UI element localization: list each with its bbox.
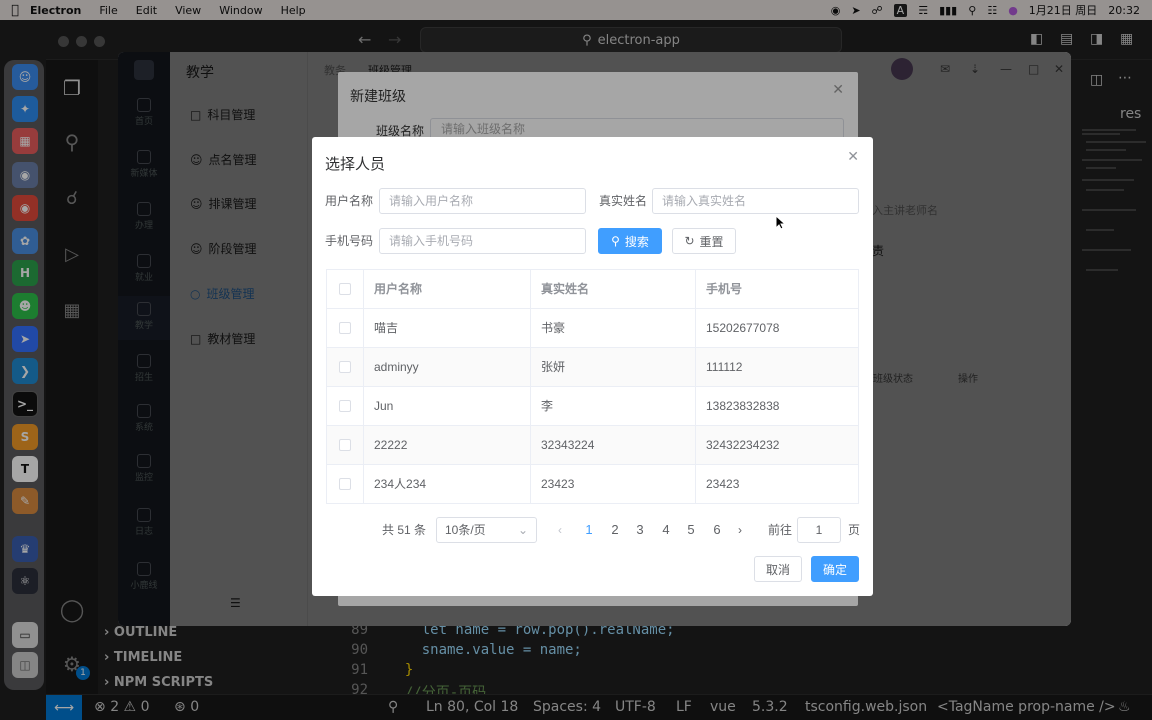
page-4[interactable]: 4: [656, 517, 676, 543]
table-row[interactable]: adminyy 张妍 111112: [327, 348, 858, 387]
cell-realname: 32343224: [531, 426, 696, 465]
select-all-cell: [327, 270, 364, 309]
row-checkbox[interactable]: [339, 439, 351, 451]
page-unit: 页: [848, 523, 861, 537]
cell-realname: 张妍: [531, 348, 696, 387]
page-size-select[interactable]: 10条/页 ⌄: [436, 517, 537, 543]
row-select-cell: [327, 348, 364, 387]
reset-button-label: 重置: [699, 234, 724, 249]
cell-username: 234人234: [364, 465, 531, 504]
dialog-close-icon[interactable]: ✕: [847, 148, 859, 165]
phone-input[interactable]: 请输入手机号码: [379, 228, 586, 254]
page-5[interactable]: 5: [681, 517, 701, 543]
search-icon: ⚲: [611, 234, 620, 248]
pagination: 共 51 条 10条/页 ⌄ ‹ 1 2 3 4 5 6 › 前往 1 页: [312, 517, 873, 543]
reset-button[interactable]: ↻ 重置: [672, 228, 736, 254]
row-select-cell: [327, 387, 364, 426]
row-select-cell: [327, 465, 364, 504]
cell-realname: 23423: [531, 465, 696, 504]
row-checkbox[interactable]: [339, 400, 351, 412]
username-label: 用户名称: [325, 194, 374, 208]
table-row[interactable]: 22222 32343224 32432234232: [327, 426, 858, 465]
col-phone: 手机号: [706, 282, 743, 296]
select-person-dialog: 选择人员 ✕ 用户名称 请输入用户名称 真实姓名 请输入真实姓名 手机号码 请输…: [312, 137, 873, 596]
total-count: 共 51 条: [382, 523, 427, 537]
col-realname: 真实姓名: [531, 270, 696, 309]
refresh-icon: ↻: [684, 234, 695, 248]
page-2[interactable]: 2: [605, 517, 625, 543]
phone-label: 手机号码: [325, 234, 374, 248]
chevron-down-icon: ⌄: [517, 523, 528, 537]
page-1[interactable]: 1: [579, 517, 599, 543]
cell-realname: 李: [531, 387, 696, 426]
realname-label: 真实姓名: [599, 194, 648, 208]
table-row[interactable]: 喵吉 书豪 15202677078: [327, 309, 858, 348]
table-header: 用户名称 真实姓名 手机号: [327, 270, 858, 309]
next-page-icon[interactable]: ›: [738, 517, 742, 543]
search-button-label: 搜索: [624, 234, 649, 249]
confirm-button[interactable]: 确定: [811, 556, 859, 582]
cell-phone: 23423: [706, 477, 740, 491]
cell-phone: 111112: [706, 360, 743, 374]
cell-realname: 书豪: [531, 309, 696, 348]
prev-page-icon[interactable]: ‹: [558, 517, 562, 543]
cell-username: 喵吉: [364, 309, 531, 348]
search-button[interactable]: ⚲ 搜索: [598, 228, 662, 254]
cell-phone: 32432234232: [706, 438, 780, 452]
person-table: 用户名称 真实姓名 手机号 喵吉 书豪 15202677078 adminyy …: [326, 269, 859, 504]
mouse-cursor-icon: [776, 216, 786, 230]
cell-username: 22222: [364, 426, 531, 465]
cell-username: adminyy: [364, 348, 531, 387]
goto-page-input[interactable]: 1: [797, 517, 841, 543]
page-3[interactable]: 3: [630, 517, 650, 543]
goto-label: 前往: [768, 523, 793, 537]
col-username: 用户名称: [364, 270, 531, 309]
cell-phone: 15202677078: [706, 321, 780, 335]
row-checkbox[interactable]: [339, 322, 351, 334]
row-checkbox[interactable]: [339, 361, 351, 373]
page-6[interactable]: 6: [707, 517, 727, 543]
cell-phone: 13823832838: [706, 399, 780, 413]
realname-input[interactable]: 请输入真实姓名: [652, 188, 859, 214]
row-checkbox[interactable]: [339, 478, 351, 490]
row-select-cell: [327, 426, 364, 465]
page-size-value: 10条/页: [445, 523, 486, 537]
username-input[interactable]: 请输入用户名称: [379, 188, 586, 214]
row-select-cell: [327, 309, 364, 348]
table-row[interactable]: Jun 李 13823832838: [327, 387, 858, 426]
table-row[interactable]: 234人234 23423 23423: [327, 465, 858, 504]
select-all-checkbox[interactable]: [339, 283, 351, 295]
cancel-button[interactable]: 取消: [754, 556, 802, 582]
dialog-title: 选择人员: [325, 156, 386, 173]
cell-username: Jun: [364, 387, 531, 426]
